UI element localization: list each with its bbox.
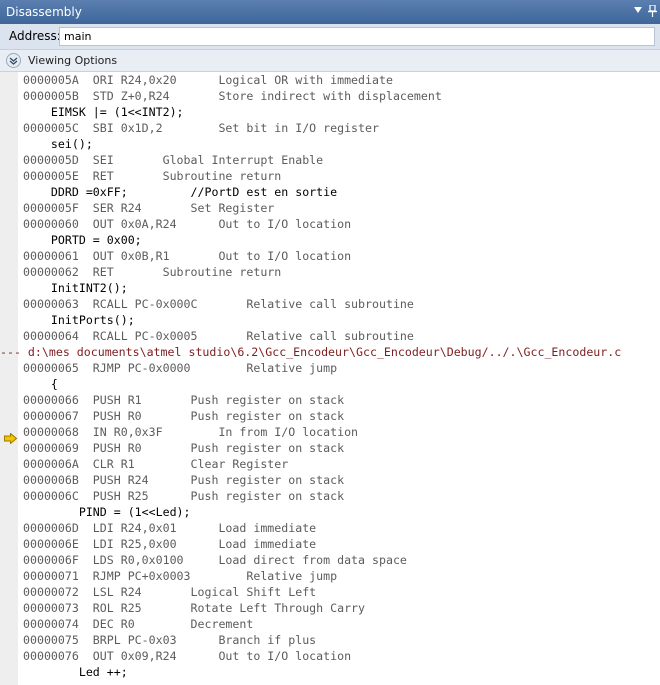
source-line: PORTD = 0x00; [23,233,142,247]
asm-line: 00000062 RET Subroutine return [23,265,282,279]
source-line: DDRD =0xFF; //PortD est en sortie [23,185,338,199]
address-input[interactable] [59,27,655,46]
asm-line: 0000005C SBI 0x1D,2 Set bit in I/O regis… [23,121,379,135]
asm-line: 0000006A CLR R1 Clear Register [23,457,289,471]
address-bar: Address: [0,24,660,50]
window-position-dropdown-icon[interactable] [634,7,642,13]
asm-line: 0000006B PUSH R24 Push register on stack [23,473,345,487]
asm-line: 00000061 OUT 0x0B,R1 Out to I/O location [23,249,352,263]
source-line: PIND = (1<<Led); [23,505,191,519]
pin-icon[interactable] [648,5,657,17]
asm-line: 0000006C PUSH R25 Push register on stack [23,489,345,503]
asm-line: 0000005E RET Subroutine return [23,169,282,183]
source-line: { [23,377,58,391]
source-line: Led ++; [23,665,128,679]
asm-line: 00000073 ROL R25 Rotate Left Through Car… [23,601,366,615]
address-label: Address: [9,29,61,43]
asm-line: 0000005D SEI Global Interrupt Enable [23,153,324,167]
asm-line: 00000067 PUSH R0 Push register on stack [23,409,345,423]
asm-line: 0000005B STD Z+0,R24 Store indirect with… [23,89,442,103]
asm-line: 0000006F LDS R0,0x0100 Load direct from … [23,553,407,567]
asm-line: 00000060 OUT 0x0A,R24 Out to I/O locatio… [23,217,352,231]
title-bar: Disassembly [0,0,660,24]
asm-line: 00000069 PUSH R0 Push register on stack [23,441,345,455]
viewing-options-label: Viewing Options [28,54,118,67]
asm-line: 00000072 LSL R24 Logical Shift Left [23,585,317,599]
source-line: InitINT2(); [23,281,128,295]
source-line: sei(); [23,137,93,151]
source-line: EIMSK |= (1<<INT2); [23,105,184,119]
asm-line: 00000064 RCALL PC-0x0005 Relative call s… [23,329,414,343]
asm-line: 00000071 RJMP PC+0x0003 Relative jump [23,569,338,583]
asm-line: 00000063 RCALL PC-0x000C Relative call s… [23,297,414,311]
asm-line: 00000076 OUT 0x09,R24 Out to I/O locatio… [23,649,352,663]
asm-line: 0000005A ORI R24,0x20 Logical OR with im… [23,73,393,87]
disassembly-listing[interactable]: 0000005A ORI R24,0x20 Logical OR with im… [0,72,660,685]
collapse-chevron-icon[interactable] [6,53,21,68]
file-path-line: --- d:\mes documents\atmel studio\6.2\Gc… [0,345,622,359]
asm-line: 00000065 RJMP PC-0x0000 Relative jump [23,361,338,375]
window-title: Disassembly [6,5,82,19]
asm-line: 00000074 DEC R0 Decrement [23,617,254,631]
asm-line: 0000006D LDI R24,0x01 Load immediate [23,521,317,535]
asm-line: 00000068 IN R0,0x3F In from I/O location [23,425,359,439]
asm-line: 0000006E LDI R25,0x00 Load immediate [23,537,317,551]
asm-line: 00000066 PUSH R1 Push register on stack [23,393,345,407]
source-line: InitPorts(); [23,313,135,327]
viewing-options-bar[interactable]: Viewing Options [0,50,660,72]
asm-line: 00000075 BRPL PC-0x03 Branch if plus [23,633,317,647]
asm-line: 0000005F SER R24 Set Register [23,201,275,215]
